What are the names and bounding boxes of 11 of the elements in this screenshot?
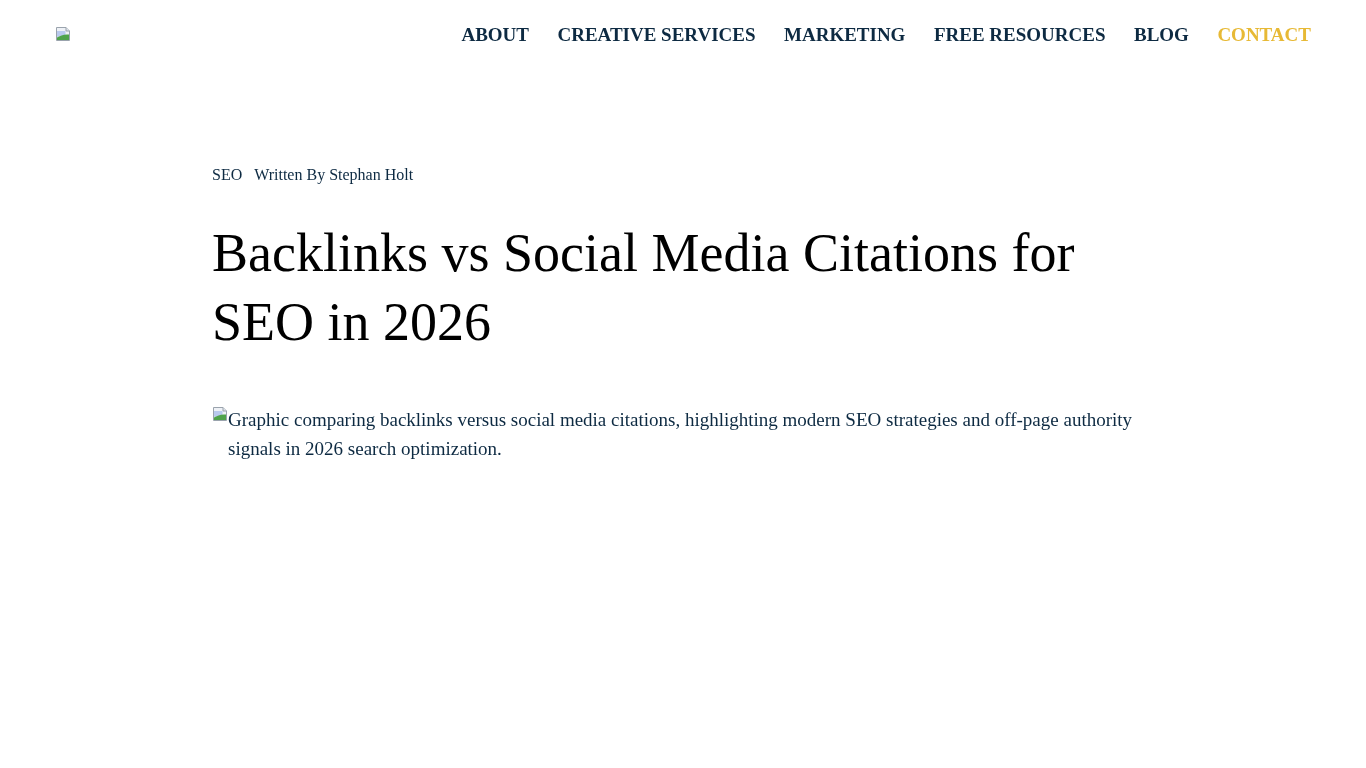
- nav-link[interactable]: FREE RESOURCES: [933, 23, 1106, 47]
- article-title: Backlinks vs Social Media Citations for SEO in 2026: [212, 222, 1076, 354]
- author-byline: Written By Stephan Holt: [254, 165, 414, 185]
- broken-image-icon: [55, 26, 71, 42]
- category-link[interactable]: SEO: [212, 165, 243, 185]
- nav-link[interactable]: BLOG: [1134, 23, 1189, 47]
- nav-link[interactable]: CREATIVE SERVICES: [557, 23, 756, 47]
- image-alt-text: Graphic comparing backlinks versus social media citations, highlighting modern SEO strategies and off-page authority signals in 2026 search optimization.: [228, 408, 1134, 461]
- nav-link[interactable]: ABOUT: [461, 23, 529, 47]
- broken-image-icon: [212, 406, 228, 422]
- nav-link[interactable]: MARKETING: [784, 23, 906, 47]
